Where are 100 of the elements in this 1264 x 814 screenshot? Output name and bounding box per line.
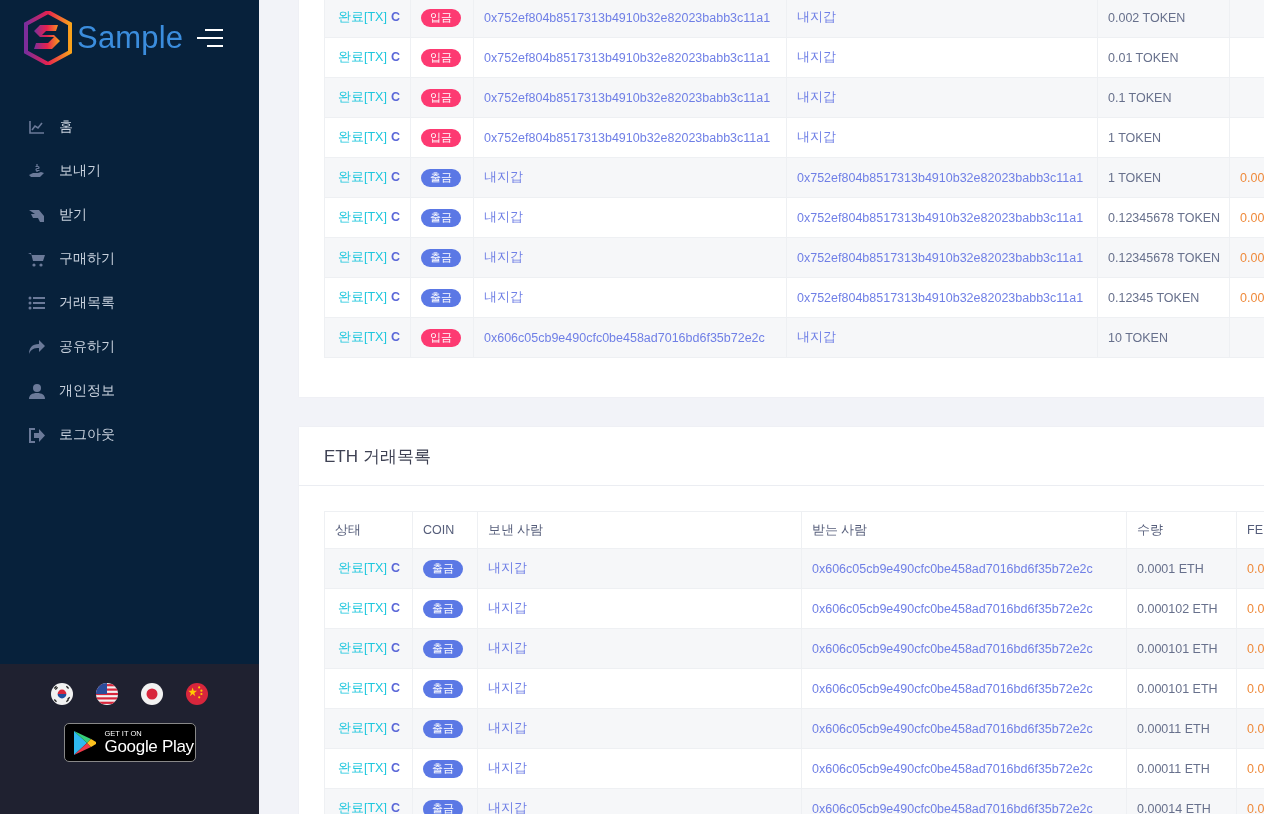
- confirm-link[interactable]: C: [390, 10, 400, 24]
- amount-cell: 0.1 TOKEN: [1097, 77, 1230, 118]
- status-link[interactable]: 완료[TX]: [338, 641, 387, 655]
- recipient-link[interactable]: 내지갑: [797, 10, 836, 24]
- coin-badge: 출금: [423, 599, 463, 618]
- confirm-link[interactable]: C: [390, 641, 400, 655]
- us-flag-icon[interactable]: [96, 683, 118, 705]
- sidebar-item[interactable]: 보내기: [0, 149, 259, 193]
- confirm-link[interactable]: C: [390, 290, 400, 304]
- amount-cell: 0.0001 ETH: [1126, 548, 1237, 589]
- coin-badge: 입금: [421, 48, 461, 67]
- column-header: 상태: [324, 511, 413, 549]
- coin-badge: 출금: [423, 559, 463, 578]
- status-link[interactable]: 완료[TX]: [338, 10, 387, 24]
- sender-link[interactable]: 내지갑: [484, 250, 523, 264]
- korean-flag-icon[interactable]: [51, 683, 73, 705]
- amount-cell: 0.00011 ETH: [1126, 708, 1237, 749]
- sidebar-item[interactable]: 거래목록: [0, 281, 259, 325]
- amount-cell: 10 TOKEN: [1097, 317, 1230, 358]
- status-link[interactable]: 완료[TX]: [338, 130, 387, 144]
- recipient-link[interactable]: 내지갑: [797, 50, 836, 64]
- status-link[interactable]: 완료[TX]: [338, 601, 387, 615]
- menu-icon[interactable]: [197, 27, 224, 48]
- chinese-flag-icon[interactable]: [186, 683, 208, 705]
- recipient-link[interactable]: 내지갑: [797, 130, 836, 144]
- sender-link[interactable]: 내지갑: [488, 561, 527, 575]
- recipient-link[interactable]: 내지갑: [797, 90, 836, 104]
- status-link[interactable]: 완료[TX]: [338, 50, 387, 64]
- coin-badge: 출금: [421, 168, 461, 187]
- sender-link[interactable]: 내지갑: [488, 721, 527, 735]
- amount-cell: 0.12345678 TOKEN: [1097, 237, 1230, 278]
- confirm-link[interactable]: C: [390, 250, 400, 264]
- status-link[interactable]: 완료[TX]: [338, 170, 387, 184]
- japanese-flag-icon[interactable]: [141, 683, 163, 705]
- fee-text: 0.0: [1247, 641, 1264, 656]
- status-link[interactable]: 완료[TX]: [338, 290, 387, 304]
- status-link[interactable]: 완료[TX]: [338, 761, 387, 775]
- sender-link[interactable]: 내지갑: [488, 641, 527, 655]
- sender-link[interactable]: 내지갑: [484, 290, 523, 304]
- status-link[interactable]: 완료[TX]: [338, 721, 387, 735]
- confirm-link[interactable]: C: [390, 90, 400, 104]
- sidebar-item[interactable]: 개인정보: [0, 369, 259, 413]
- sender-link[interactable]: 내지갑: [488, 801, 527, 814]
- sender-link[interactable]: 내지갑: [488, 601, 527, 615]
- coin-badge: 입금: [421, 88, 461, 107]
- sidebar-item[interactable]: 로그아웃: [0, 413, 259, 457]
- status-link[interactable]: 완료[TX]: [338, 210, 387, 224]
- list-icon: [28, 294, 46, 312]
- coin-badge: 출금: [421, 248, 461, 267]
- fee-text: 0.0: [1247, 801, 1264, 814]
- confirm-link[interactable]: C: [390, 50, 400, 64]
- cart-icon: [28, 250, 46, 268]
- status-link[interactable]: 완료[TX]: [338, 801, 387, 814]
- sender-link[interactable]: 내지갑: [484, 170, 523, 184]
- column-header: FE: [1236, 511, 1264, 549]
- confirm-link[interactable]: C: [390, 170, 400, 184]
- coin-badge: 출금: [423, 639, 463, 658]
- amount-cell: 0.01 TOKEN: [1097, 37, 1230, 78]
- column-header: 보낸 사람: [477, 511, 802, 549]
- brand-name: Sample: [77, 19, 184, 56]
- fee-text: 0.0: [1247, 761, 1264, 776]
- share-icon: [28, 338, 46, 356]
- sender-link[interactable]: 내지갑: [484, 210, 523, 224]
- status-link[interactable]: 완료[TX]: [338, 250, 387, 264]
- sidebar-item[interactable]: 받기: [0, 193, 259, 237]
- amount-cell: 0.000101 ETH: [1126, 668, 1237, 709]
- sidebar-item[interactable]: 구매하기: [0, 237, 259, 281]
- coin-badge: 출금: [423, 759, 463, 778]
- coin-badge: 출금: [423, 719, 463, 738]
- coin-badge: 출금: [423, 679, 463, 698]
- column-header: COIN: [412, 511, 478, 549]
- confirm-link[interactable]: C: [390, 210, 400, 224]
- confirm-link[interactable]: C: [390, 130, 400, 144]
- coin-badge: 입금: [421, 328, 461, 347]
- amount-cell: 1 TOKEN: [1097, 117, 1230, 158]
- fee-text: 0.0: [1247, 681, 1264, 696]
- amount-cell: 0.000102 ETH: [1126, 588, 1237, 629]
- sidebar-item[interactable]: 홈: [0, 105, 259, 149]
- sidebar-item[interactable]: 공유하기: [0, 325, 259, 369]
- fee-text: 0.0: [1247, 601, 1264, 616]
- status-link[interactable]: 완료[TX]: [338, 561, 387, 575]
- status-link[interactable]: 완료[TX]: [338, 330, 387, 344]
- confirm-link[interactable]: C: [390, 761, 400, 775]
- confirm-link[interactable]: C: [390, 721, 400, 735]
- column-header: 받는 사람: [801, 511, 1127, 549]
- status-link[interactable]: 완료[TX]: [338, 90, 387, 104]
- sender-link[interactable]: 내지갑: [488, 681, 527, 695]
- chart-icon: [28, 118, 46, 136]
- status-link[interactable]: 완료[TX]: [338, 681, 387, 695]
- sender-link[interactable]: 내지갑: [488, 761, 527, 775]
- logout-icon: [28, 426, 46, 444]
- recipient-link[interactable]: 내지갑: [797, 330, 836, 344]
- confirm-link[interactable]: C: [390, 801, 400, 814]
- coin-badge: 출금: [423, 799, 463, 814]
- fee-text: 0.0: [1247, 561, 1264, 576]
- confirm-link[interactable]: C: [390, 681, 400, 695]
- confirm-link[interactable]: C: [390, 601, 400, 615]
- confirm-link[interactable]: C: [390, 561, 400, 575]
- coin-badge: 출금: [421, 208, 461, 227]
- confirm-link[interactable]: C: [390, 330, 400, 344]
